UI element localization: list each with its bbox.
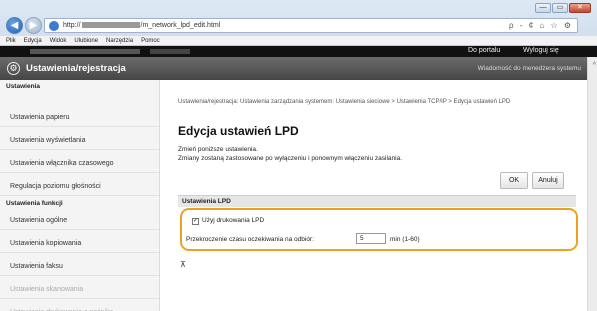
menu-tools[interactable]: Narzędzia	[106, 36, 133, 45]
app-title: Ustawienia/rejestracja	[26, 63, 126, 74]
browser-titlebar: — ▭ ✕ ◀ ▶ http:// /m_network_lpd_edit.htm…	[0, 0, 597, 46]
sidebar-item-fax[interactable]: Ustawienia faksu	[0, 257, 159, 276]
close-button[interactable]: ✕	[569, 3, 591, 13]
sidebar-item-general[interactable]: Ustawienia ogólne	[0, 211, 159, 230]
sidebar-item-media-print[interactable]: Ustawienia drukowania z nośnika	[0, 303, 159, 311]
address-bar[interactable]: http:// /m_network_lpd_edit.html ρ - ¢ ⌂ …	[44, 18, 578, 33]
main-content: Ustawienia/rejestracja: Ustawienia zarzą…	[170, 80, 585, 311]
user-name-redaction	[150, 49, 190, 54]
back-button[interactable]: ◀	[6, 17, 23, 34]
sidebar-section-settings: Ustawienia	[6, 83, 40, 90]
menu-help[interactable]: Pomoc	[141, 36, 160, 45]
page-title: Edycja ustawień LPD	[178, 124, 299, 138]
timeout-unit: min (1-60)	[390, 236, 420, 243]
sidebar-item-copy[interactable]: Ustawienia kopiowania	[0, 234, 159, 253]
back-arrow-icon: ◀	[10, 20, 19, 31]
portal-link[interactable]: Do portalu	[468, 47, 500, 54]
menu-favorites[interactable]: Ulubione	[74, 36, 98, 45]
cancel-button[interactable]: Anuluj	[532, 172, 564, 189]
window-controls: — ▭ ✕	[535, 3, 591, 13]
section-header-lpd: Ustawienia LPD	[178, 195, 576, 207]
address-tools[interactable]: ρ - ¢ ⌂ ☆ ⚙	[509, 21, 573, 30]
logout-link[interactable]: Wyloguj się	[523, 47, 559, 54]
sidebar-item-display[interactable]: Ustawienia wyświetlania	[0, 131, 159, 150]
use-lpd-label: Użyj drukowania LPD	[202, 217, 265, 224]
browser-window: — ▭ ✕ ◀ ▶ http:// /m_network_lpd_edit.htm…	[0, 0, 597, 311]
minimize-button[interactable]: —	[535, 3, 551, 13]
ok-button[interactable]: OK	[500, 172, 528, 189]
forward-arrow-icon: ▶	[29, 20, 38, 31]
scroll-up-icon[interactable]: ^	[593, 62, 596, 69]
sidebar-item-volume[interactable]: Regulacja poziomu głośności	[0, 177, 159, 196]
forward-button[interactable]: ▶	[25, 17, 42, 34]
use-lpd-checkbox[interactable]: ✓	[192, 218, 199, 225]
breadcrumb: Ustawienia/rejestracja: Ustawienia zarzą…	[178, 99, 511, 105]
device-name-redaction	[30, 49, 140, 54]
url-text: http:// /m_network_lpd_edit.html	[63, 22, 220, 29]
timeout-input[interactable]: 5	[356, 233, 386, 244]
lpd-settings-highlight: ✓ Użyj drukowania LPD Przekroczenie czas…	[180, 208, 578, 251]
menu-edit[interactable]: Edycja	[24, 36, 42, 45]
sidebar-item-scan[interactable]: Ustawienia skanowania	[0, 280, 159, 299]
vertical-scrollbar[interactable]	[587, 57, 597, 311]
url-suffix: /m_network_lpd_edit.html	[140, 22, 221, 29]
sidebar-item-timer[interactable]: Ustawienia włącznika czasowego	[0, 154, 159, 173]
settings-gear-icon: ⚙	[7, 62, 20, 75]
url-redaction	[81, 22, 140, 29]
menu-bar: Plik Edycja Widok Ulubione Narzędzia Pom…	[0, 36, 597, 46]
timeout-label: Przekroczenie czasu oczekiwania na odbió…	[186, 236, 314, 243]
url-prefix: http://	[63, 22, 81, 29]
back-to-top-icon[interactable]: ⊼	[180, 260, 186, 269]
menu-file[interactable]: Plik	[6, 36, 16, 45]
top-strip: Do portalu Wyloguj się	[0, 46, 597, 57]
app-header: ⚙ Ustawienia/rejestracja Wiadomość do me…	[0, 57, 597, 80]
ie-icon	[49, 21, 59, 31]
sidebar-section-functions: Ustawienia funkcji	[6, 200, 63, 207]
page-description: Zmień poniższe ustawienia. Zmiany zostan…	[178, 145, 402, 163]
description-line-1: Zmień poniższe ustawienia.	[178, 146, 258, 153]
maximize-button[interactable]: ▭	[552, 3, 568, 13]
manager-message-link[interactable]: Wiadomość do menedżera systemu	[478, 65, 581, 72]
sidebar-item-paper[interactable]: Ustawienia papieru	[0, 108, 159, 127]
menu-view[interactable]: Widok	[50, 36, 67, 45]
sidebar: Ustawienia Ustawienia papieru Ustawienia…	[0, 80, 160, 311]
description-line-2: Zmiany zostaną zastosowane po wyłączeniu…	[178, 155, 403, 162]
